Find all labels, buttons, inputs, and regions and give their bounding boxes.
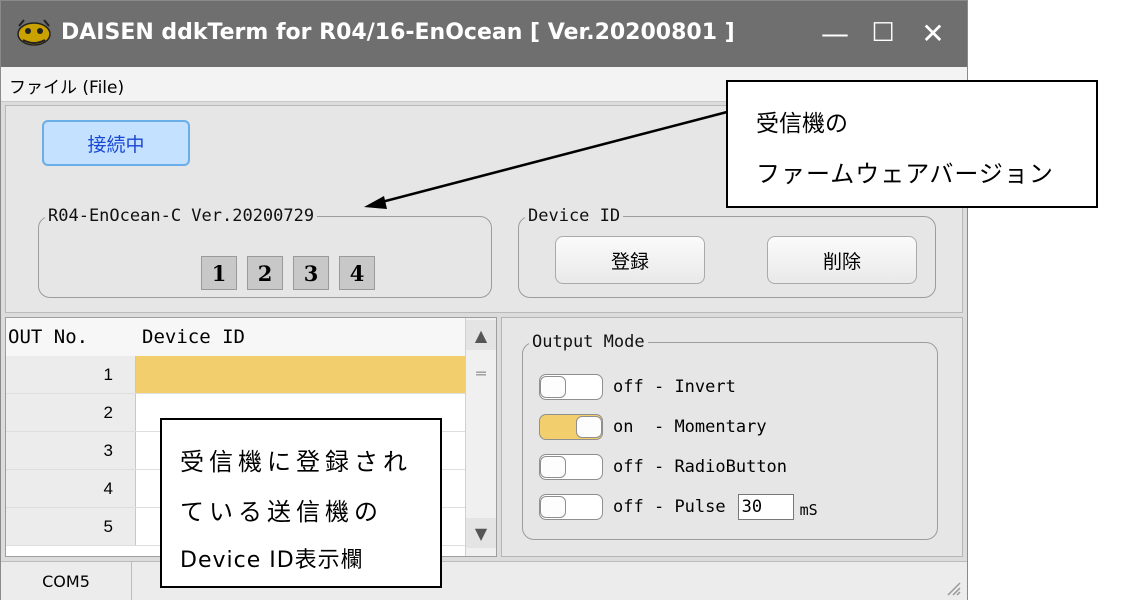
callout-line: ている送信機の [180, 498, 383, 526]
table-callout: 受信機に登録され ている送信機の Device ID表示欄 [160, 418, 442, 588]
callout-line: Device ID表示欄 [180, 548, 364, 573]
firmware-callout: 受信機の ファームウェアバージョン [726, 80, 1098, 208]
callout-line: ファームウェアバージョン [756, 160, 1054, 188]
callout-line: 受信機の [756, 111, 848, 137]
callout-line: 受信機に登録され [180, 448, 412, 476]
